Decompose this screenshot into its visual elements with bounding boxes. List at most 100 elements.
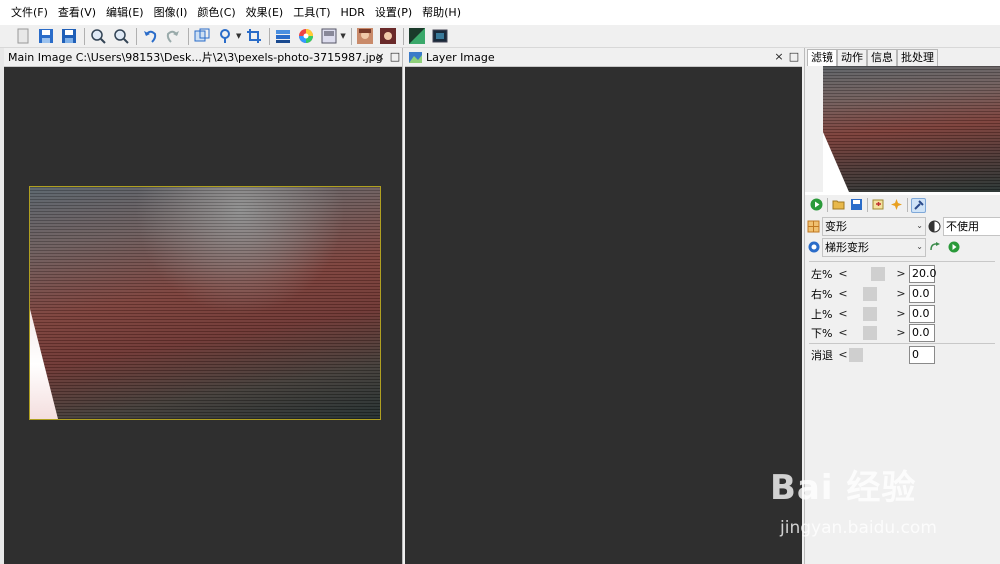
param-input-fade[interactable]: 0 [909, 345, 935, 364]
portrait-alt-icon[interactable] [379, 27, 397, 45]
rotate-icon[interactable] [216, 27, 234, 45]
menu-edit[interactable]: 编辑(E) [101, 0, 149, 25]
menu-file[interactable]: 文件(F) [6, 0, 53, 25]
toolbar-separator [827, 198, 828, 212]
toolbar-separator [84, 27, 85, 45]
toolbar-separator [402, 27, 404, 45]
menu-color[interactable]: 颜色(C) [192, 0, 240, 25]
zoom-in-icon[interactable] [89, 27, 107, 45]
toolbar-separator [350, 27, 352, 45]
param-label-bottom: 下% [811, 326, 833, 340]
preview-thumbnail[interactable] [823, 66, 1000, 192]
add-filter-icon[interactable] [871, 198, 886, 213]
chevron-right-icon[interactable]: > [895, 326, 907, 339]
layer-image-title: Layer Image [426, 50, 495, 64]
param-input-top[interactable]: 0.0 [909, 304, 935, 323]
blend-select[interactable]: 不使用 [943, 216, 1000, 236]
slider-thumb[interactable] [863, 286, 877, 301]
tab-info[interactable]: 信息 [867, 49, 897, 66]
save-icon[interactable] [37, 27, 55, 45]
param-row-fade: 消退 < > 0 [811, 345, 935, 364]
filter-toolbar [809, 196, 929, 214]
apply-play-icon[interactable] [947, 241, 960, 254]
save-as-icon[interactable] [60, 27, 78, 45]
chevron-right-icon[interactable]: > [895, 267, 907, 280]
param-input-left[interactable]: 20.0 [909, 264, 937, 283]
category-value: 变形 [825, 220, 847, 233]
param-label-fade: 消退 [811, 348, 833, 362]
section-divider [809, 343, 995, 344]
watermark-url: jingyan.baidu.com [780, 518, 937, 538]
chevron-left-icon[interactable]: < [837, 267, 849, 280]
tab-actions[interactable]: 动作 [837, 49, 867, 66]
portrait-icon[interactable] [356, 27, 374, 45]
maximize-icon[interactable]: □ [388, 50, 402, 64]
slider-thumb[interactable] [871, 266, 885, 281]
maximize-icon[interactable]: □ [787, 50, 801, 64]
menu-effects[interactable]: 效果(E) [241, 0, 289, 25]
slider-thumb[interactable] [863, 306, 877, 321]
category-select[interactable]: 变形 ⌄ [822, 216, 926, 236]
param-slider-top[interactable] [849, 306, 895, 321]
zoom-out-icon[interactable] [112, 27, 130, 45]
main-image-canvas[interactable] [29, 186, 381, 420]
new-icon[interactable] [14, 27, 32, 45]
slider-thumb[interactable] [863, 325, 877, 340]
layer-image-panel: Layer Image × □ [405, 48, 802, 564]
main-image-panel: Main Image C:\Users\98153\Desk...片\2\3\p… [4, 48, 403, 564]
chevron-left-icon[interactable]: < [837, 307, 849, 320]
save-icon[interactable] [849, 198, 864, 213]
main-image-header: Main Image C:\Users\98153\Desk...片\2\3\p… [4, 48, 402, 67]
param-slider-right[interactable] [849, 286, 895, 301]
refresh-icon[interactable] [929, 241, 942, 254]
chevron-left-icon[interactable]: < [837, 287, 849, 300]
menu-view[interactable]: 查看(V) [53, 0, 101, 25]
tab-filters[interactable]: 滤镜 [807, 49, 837, 66]
levels-icon[interactable] [274, 27, 292, 45]
crop-icon[interactable] [245, 27, 263, 45]
effect-select[interactable]: 梯形变形 ⌄ [822, 237, 926, 257]
tab-batch[interactable]: 批处理 [897, 49, 938, 66]
param-row-left: 左% < > 20.0 [811, 264, 937, 283]
radio-selected-icon[interactable] [807, 241, 820, 254]
menu-image[interactable]: 图像(I) [149, 0, 193, 25]
eyedropper-icon[interactable] [911, 197, 926, 213]
main-toolbar: ▼ ▼ [0, 25, 1000, 48]
menu-settings[interactable]: 设置(P) [370, 0, 417, 25]
redo-icon[interactable] [164, 27, 182, 45]
play-icon[interactable] [809, 198, 824, 213]
filter-icon[interactable] [408, 27, 426, 45]
chevron-down-icon[interactable]: ▼ [340, 32, 345, 40]
param-input-bottom[interactable]: 0.0 [909, 323, 935, 342]
undo-icon[interactable] [141, 27, 159, 45]
image-icon[interactable] [431, 27, 449, 45]
chevron-left-icon[interactable]: < [837, 348, 849, 361]
image-white-wedge [30, 309, 58, 419]
chevron-down-icon[interactable]: ▼ [236, 32, 241, 40]
menu-bar: 文件(F) 查看(V) 编辑(E) 图像(I) 颜色(C) 效果(E) 工具(T… [0, 0, 1000, 25]
close-icon[interactable]: × [373, 50, 387, 64]
category-row: 变形 ⌄ 不使用 [807, 216, 1000, 236]
chevron-down-icon: ⌄ [916, 241, 923, 251]
param-input-right[interactable]: 0.0 [909, 284, 935, 303]
param-slider-fade[interactable] [849, 347, 895, 362]
chevron-right-icon[interactable]: > [895, 287, 907, 300]
watermark-logo: Bai 经验 [770, 468, 917, 508]
param-slider-bottom[interactable] [849, 325, 895, 340]
resize-icon[interactable] [193, 27, 211, 45]
sparkle-icon[interactable] [889, 198, 904, 213]
menu-tools[interactable]: 工具(T) [288, 0, 335, 25]
slider-thumb[interactable] [849, 347, 863, 362]
toolbar-separator [136, 27, 137, 45]
menu-hdr[interactable]: HDR [336, 0, 370, 25]
color-wheel-icon[interactable] [297, 27, 315, 45]
open-icon[interactable] [831, 198, 846, 213]
param-slider-left[interactable] [849, 266, 895, 281]
layers-icon[interactable] [320, 27, 338, 45]
chevron-right-icon[interactable]: > [895, 307, 907, 320]
chevron-left-icon[interactable]: < [837, 326, 849, 339]
close-icon[interactable]: × [772, 50, 786, 64]
toolbar-separator [269, 27, 271, 45]
main-image-title: Main Image C:\Users\98153\Desk...片\2\3\p… [8, 51, 383, 64]
menu-help[interactable]: 帮助(H) [417, 0, 466, 25]
